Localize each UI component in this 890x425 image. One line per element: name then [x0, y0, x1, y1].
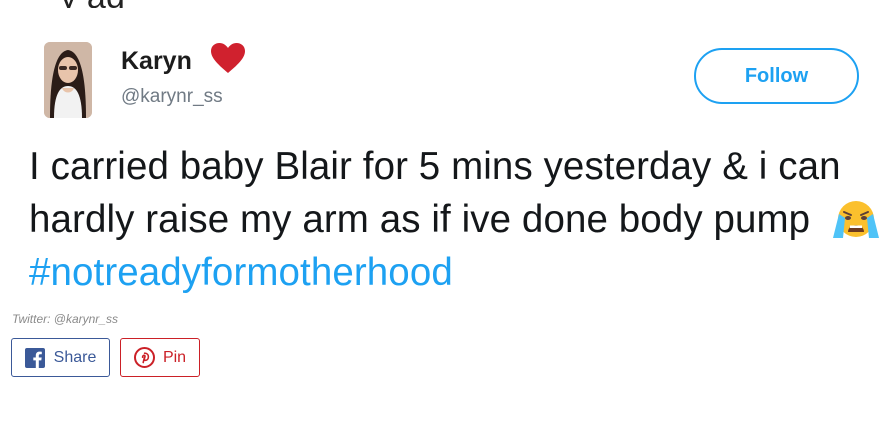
facebook-share-button[interactable]: Share: [11, 338, 110, 377]
pin-label: Pin: [162, 348, 187, 366]
pinterest-pin-button[interactable]: Pin: [120, 338, 200, 377]
facebook-icon: [24, 347, 45, 368]
follow-button[interactable]: Follow: [694, 48, 859, 104]
avatar[interactable]: [44, 42, 92, 118]
avatar-photo: [44, 42, 92, 118]
share-label: Share: [53, 348, 97, 366]
previous-text: y ag: [60, 0, 125, 8]
pinterest-icon: [133, 347, 155, 368]
photo-credit: Twitter: @karynr_ss: [12, 312, 118, 326]
heart-icon: [211, 43, 245, 73]
tweet-text: I carried baby Blair for 5 mins yesterda…: [29, 140, 889, 299]
tweet-body: I carried baby Blair for 5 mins yesterda…: [29, 145, 841, 241]
author-name[interactable]: Karyn: [121, 47, 192, 76]
hashtag-link[interactable]: #notreadyformotherhood: [29, 251, 453, 294]
crying-face-emoji-icon: [829, 198, 883, 238]
previous-text-fragment: y ag: [0, 0, 890, 8]
author-handle[interactable]: @karynr_ss: [121, 86, 223, 108]
